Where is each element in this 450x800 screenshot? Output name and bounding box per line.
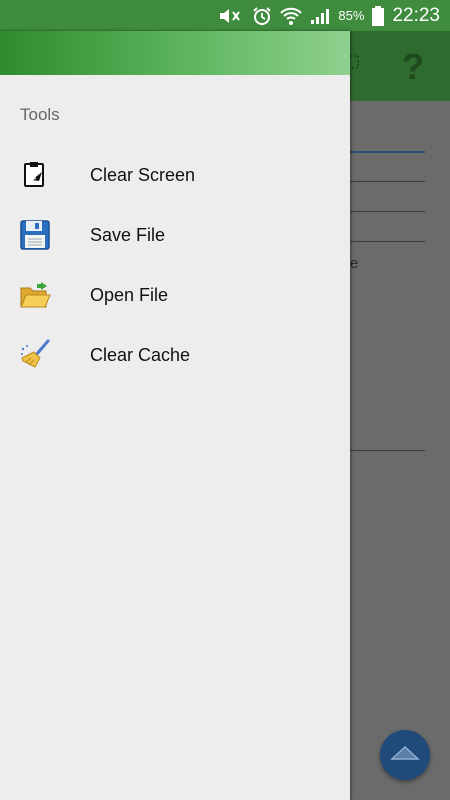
drawer-menu: Clear Screen Save File Open File Clear C…: [0, 145, 350, 385]
menu-item-clear-cache[interactable]: Clear Cache: [0, 325, 350, 385]
status-bar: 85% 22:23: [0, 0, 450, 31]
app-divider: [340, 211, 425, 212]
menu-item-label: Save File: [90, 224, 166, 245]
alarm-icon: [252, 6, 272, 26]
arrow-up-icon: [390, 743, 420, 768]
broom-icon: [18, 338, 52, 372]
clipboard-clear-icon: [18, 158, 52, 192]
app-text-fragment: e: [350, 255, 359, 272]
menu-item-label: Clear Screen: [90, 164, 196, 185]
help-icon[interactable]: ?: [402, 46, 424, 88]
mute-icon: [216, 7, 244, 25]
status-time: 22:23: [392, 4, 440, 26]
menu-item-label: Clear Cache: [90, 344, 191, 365]
wifi-icon: [280, 6, 303, 26]
signal-icon: [310, 7, 332, 25]
drawer-section-title: Tools: [20, 105, 60, 124]
navigation-drawer: Tools Clear Screen Save File Open File C…: [0, 31, 350, 800]
battery-icon: [372, 5, 385, 26]
battery-percent: 85%: [338, 8, 365, 23]
open-folder-icon: [18, 278, 52, 312]
app-divider: [340, 151, 425, 153]
menu-item-save-file[interactable]: Save File: [0, 205, 350, 265]
app-divider: [340, 241, 425, 242]
floppy-disk-icon: [18, 218, 52, 252]
menu-item-clear-screen[interactable]: Clear Screen: [0, 145, 350, 205]
app-divider: [340, 450, 425, 451]
menu-item-label: Open File: [90, 284, 169, 305]
scroll-up-fab[interactable]: [380, 730, 430, 780]
drawer-header: [0, 31, 350, 75]
app-divider: [340, 181, 425, 182]
menu-item-open-file[interactable]: Open File: [0, 265, 350, 325]
